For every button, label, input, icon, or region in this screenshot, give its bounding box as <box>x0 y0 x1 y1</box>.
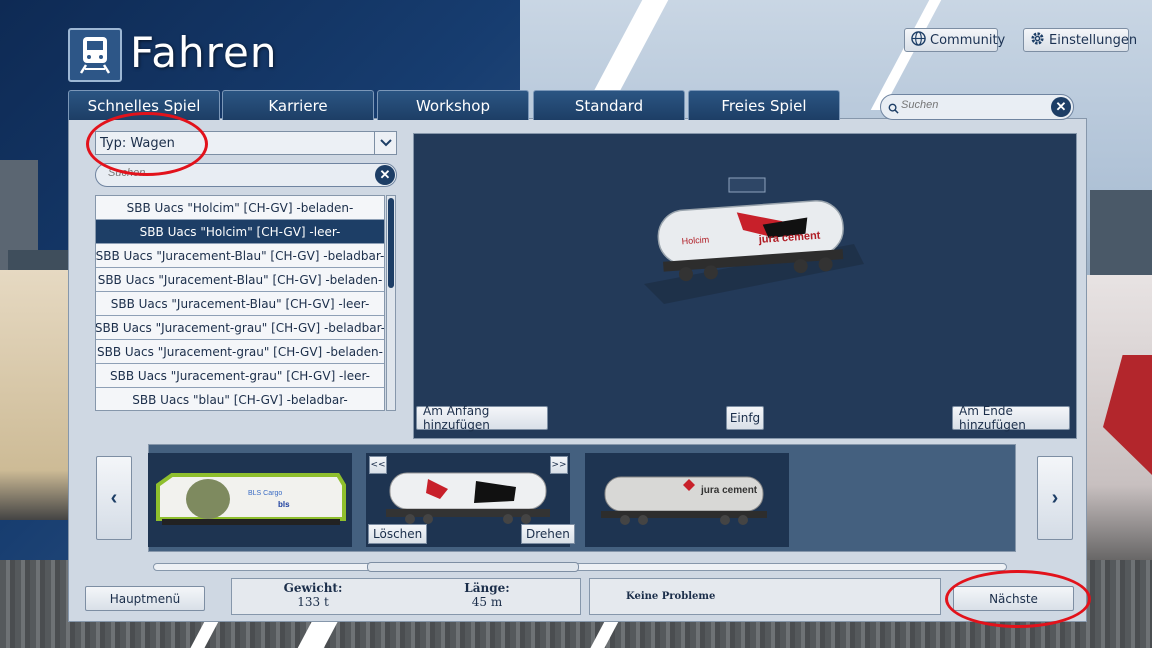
community-button[interactable]: Community <box>904 28 1005 52</box>
tab-standard[interactable]: Standard <box>533 90 685 120</box>
locomotive-logo: bls <box>278 500 290 509</box>
add-first-button[interactable]: Am Anfang hinzufügen <box>416 404 548 432</box>
list-item[interactable]: SBB Uacs "Juracement-grau" [CH-GV] -leer… <box>96 364 384 388</box>
wagon-list: SBB Uacs "Holcim" [CH-GV] -beladen- SBB … <box>95 195 385 411</box>
list-item[interactable]: SBB Uacs "Juracement-grau" [CH-GV] -bela… <box>96 340 384 364</box>
main-menu-button[interactable]: Hauptmenü <box>85 586 205 611</box>
consist-slot-locomotive[interactable]: BLS Cargo bls <box>148 453 352 547</box>
locomotive-text: BLS Cargo <box>248 490 282 497</box>
search-input-top[interactable] <box>901 99 1041 111</box>
settings-label: Einstellungen <box>1049 32 1138 48</box>
consist-slot-wagon[interactable]: jura cement <box>585 453 789 547</box>
tab-career[interactable]: Karriere <box>222 90 374 120</box>
list-item[interactable]: SBB Uacs "Juracement-grau" [CH-GV] -bela… <box>96 316 384 340</box>
list-item[interactable]: SBB Uacs "Juracement-Blau" [CH-GV] -bela… <box>96 268 384 292</box>
globe-icon <box>911 30 926 50</box>
list-item-selected[interactable]: SBB Uacs "Holcim" [CH-GV] -leer- <box>96 220 384 244</box>
weight-label: Gewicht: <box>283 581 343 595</box>
rotate-button[interactable]: Drehen <box>521 524 575 544</box>
list-scrollbar-thumb[interactable] <box>388 198 394 288</box>
problems-status: Keine Probleme <box>626 591 716 602</box>
problems-box: Keine Probleme <box>589 578 941 615</box>
delete-button[interactable]: Löschen <box>368 524 428 544</box>
move-left-button[interactable]: << <box>369 456 387 474</box>
tab-workshop[interactable]: Workshop <box>377 90 529 120</box>
add-last-button[interactable]: Am Ende hinzufügen <box>952 404 1070 432</box>
background-train-right <box>1085 275 1152 575</box>
list-scrollbar[interactable] <box>386 195 396 411</box>
annotation-circle <box>945 570 1091 628</box>
tab-free-play[interactable]: Freies Spiel <box>688 90 840 120</box>
close-icon[interactable]: ✕ <box>375 165 395 185</box>
wagon-preview-logo: Holcim <box>681 234 709 246</box>
close-icon[interactable]: ✕ <box>1051 97 1071 117</box>
move-right-button[interactable]: >> <box>550 456 568 474</box>
search-box-top: ✕ <box>880 94 1074 120</box>
wagon-preview: jura cement Holcim <box>413 133 1077 439</box>
list-item[interactable]: SBB Uacs "blau" [CH-GV] -beladbar- <box>96 388 384 410</box>
chevron-right-icon[interactable]: › <box>1037 456 1073 540</box>
weight-stat: Gewicht: 133 t <box>278 581 348 609</box>
wagon-3d-model: jura cement Holcim <box>644 177 864 304</box>
consist-scrollbar-thumb[interactable] <box>367 562 579 572</box>
train-icon <box>68 28 122 82</box>
community-label: Community <box>930 32 1006 48</box>
locomotive-image: BLS Cargo bls <box>156 473 346 525</box>
background-train-left <box>0 270 68 520</box>
chevron-left-icon[interactable]: ‹ <box>96 456 132 540</box>
annotation-circle <box>86 112 208 176</box>
page-title: Fahren <box>130 28 278 77</box>
wagon-brand: jura cement <box>700 485 758 496</box>
settings-button[interactable]: Einstellungen <box>1023 28 1137 52</box>
length-value: 45 m <box>471 595 503 609</box>
length-stat: Länge: 45 m <box>452 581 522 609</box>
search-icon <box>888 101 899 119</box>
list-item[interactable]: SBB Uacs "Holcim" [CH-GV] -beladen- <box>96 196 384 220</box>
list-item[interactable]: SBB Uacs "Juracement-Blau" [CH-GV] -bela… <box>96 244 384 268</box>
weight-value: 133 t <box>297 595 329 609</box>
wagon-image: jura cement <box>601 476 767 525</box>
list-item[interactable]: SBB Uacs "Juracement-Blau" [CH-GV] -leer… <box>96 292 384 316</box>
length-label: Länge: <box>464 581 510 595</box>
consist-stats: Gewicht: 133 t Länge: 45 m <box>231 578 581 615</box>
chevron-down-icon[interactable] <box>374 132 396 154</box>
consist-scrollbar[interactable] <box>153 562 1007 572</box>
gear-icon <box>1030 31 1045 50</box>
insert-button[interactable]: Einfg <box>726 406 764 430</box>
